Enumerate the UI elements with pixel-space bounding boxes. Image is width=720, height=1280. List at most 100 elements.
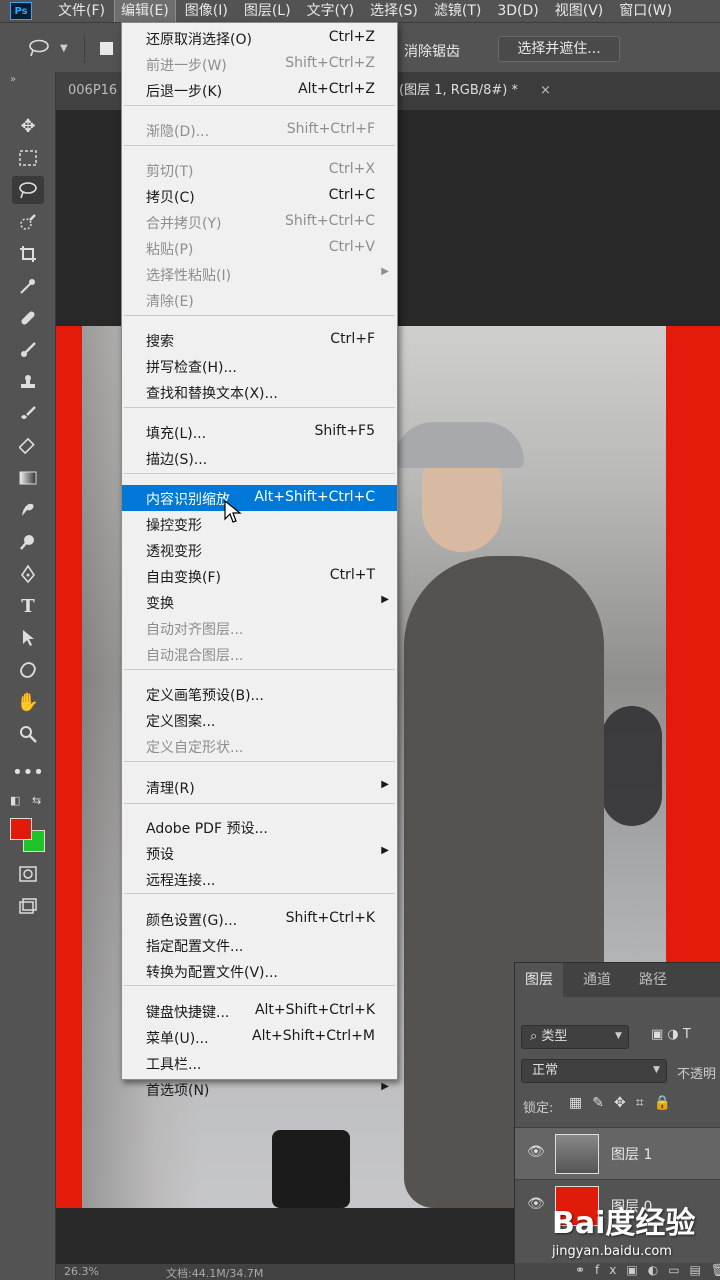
menu-window[interactable]: 窗口(W) xyxy=(613,0,678,22)
stamp-icon[interactable] xyxy=(12,368,44,396)
menu-item[interactable]: 远程连接... xyxy=(122,866,397,892)
chevron-down-icon[interactable]: ▼ xyxy=(615,1031,622,1041)
menu-layer[interactable]: 图层(L) xyxy=(238,0,297,22)
collapse-icon[interactable]: » xyxy=(10,74,16,85)
chevron-down-icon[interactable]: ▼ xyxy=(653,1065,660,1075)
marquee-icon[interactable] xyxy=(12,144,44,172)
menu-item[interactable]: 内容识别缩放 Alt+Shift+Ctrl+C xyxy=(122,485,397,511)
menu-item[interactable]: Adobe PDF 预设... xyxy=(122,814,397,840)
close-icon[interactable]: × xyxy=(540,72,551,110)
menu-filter[interactable]: 滤镜(T) xyxy=(428,0,487,22)
eye-icon[interactable]: 👁 xyxy=(527,1144,545,1160)
watermark-url: jingyan.baidu.com xyxy=(552,1244,672,1259)
menu-separator xyxy=(124,761,395,762)
menu-item[interactable]: 颜色设置(G)... Shift+Ctrl+K xyxy=(122,906,397,932)
layer-row[interactable]: 👁 图层 1 xyxy=(515,1127,720,1179)
path-select-icon[interactable] xyxy=(12,624,44,652)
tab-channels[interactable]: 通道 xyxy=(573,963,621,997)
lasso-preset-icon[interactable] xyxy=(28,39,50,62)
eye-icon[interactable]: 👁 xyxy=(527,1196,545,1212)
layer-filter-select[interactable]: ⌕ 类型 xyxy=(521,1025,629,1049)
crop-icon[interactable] xyxy=(12,240,44,268)
menu-type[interactable]: 文字(Y) xyxy=(301,0,360,22)
menu-item-label: 剪切(T) xyxy=(146,164,194,180)
menu-3d[interactable]: 3D(D) xyxy=(491,0,544,22)
menu-item[interactable]: 定义画笔预设(B)... xyxy=(122,681,397,707)
menu-item-shortcut: Shift+Ctrl+Z xyxy=(285,55,375,71)
menu-item[interactable]: 透视变形 xyxy=(122,537,397,563)
menu-item-label: 内容识别缩放 xyxy=(146,492,230,508)
lasso-icon[interactable] xyxy=(12,176,44,204)
menu-separator xyxy=(124,803,395,804)
more-icon[interactable]: ••• xyxy=(12,758,44,786)
brush-icon[interactable] xyxy=(12,336,44,364)
menu-item[interactable]: 定义图案... xyxy=(122,707,397,733)
screen-mode-icon[interactable] xyxy=(12,892,44,920)
menu-file[interactable]: 文件(F) xyxy=(52,0,111,22)
chevron-down-icon[interactable]: ▼ xyxy=(60,43,68,54)
tab-layers[interactable]: 图层 xyxy=(515,963,563,997)
swap-colors-icon[interactable]: ⇆ xyxy=(32,794,41,807)
menu-item[interactable]: 拷贝(C) Ctrl+C xyxy=(122,183,397,209)
menu-separator xyxy=(124,893,395,894)
menu-item[interactable]: 菜单(U)... Alt+Shift+Ctrl+M xyxy=(122,1024,397,1050)
tab-paths[interactable]: 路径 xyxy=(629,963,677,997)
menu-item-shortcut: Alt+Shift+Ctrl+K xyxy=(254,1002,375,1018)
move-icon[interactable]: ✥ xyxy=(12,112,44,140)
zoom-level[interactable]: 26.3% xyxy=(64,1265,99,1278)
history-brush-icon[interactable] xyxy=(12,400,44,428)
eyedropper-icon[interactable] xyxy=(12,272,44,300)
lock-icons[interactable]: ▦✎✥⌗🔒 xyxy=(569,1095,681,1111)
default-colors-icon[interactable]: ◧ xyxy=(10,794,20,807)
menu-item: 前进一步(W) Shift+Ctrl+Z xyxy=(122,51,397,77)
menu-item-label: 拼写检查(H)... xyxy=(146,360,237,376)
menu-select[interactable]: 选择(S) xyxy=(364,0,424,22)
quick-mask-icon[interactable] xyxy=(12,860,44,888)
menu-image[interactable]: 图像(I) xyxy=(179,0,234,22)
menu-item[interactable]: 工具栏... xyxy=(122,1050,397,1076)
type-icon[interactable]: T xyxy=(12,592,44,620)
select-and-mask-button[interactable]: 选择并遮住... xyxy=(498,36,620,62)
foreground-color-swatch[interactable] xyxy=(10,818,32,840)
gradient-icon[interactable] xyxy=(12,464,44,492)
tab-document-1[interactable]: 006P16 xyxy=(56,72,130,110)
zoom-icon[interactable] xyxy=(12,720,44,748)
menu-item[interactable]: 查找和替换文本(X)... xyxy=(122,379,397,405)
new-selection-icon[interactable] xyxy=(100,42,113,55)
menu-item[interactable]: 搜索 Ctrl+F xyxy=(122,327,397,353)
layer-name[interactable]: 图层 1 xyxy=(611,1144,652,1164)
menu-separator xyxy=(124,315,395,316)
menu-item[interactable]: 操控变形 xyxy=(122,511,397,537)
menu-item[interactable]: 还原取消选择(O) Ctrl+Z xyxy=(122,25,397,51)
antialias-checkbox-label[interactable]: 消除锯齿 xyxy=(404,41,460,61)
menu-separator xyxy=(124,407,395,408)
menu-view[interactable]: 视图(V) xyxy=(549,0,610,22)
menu-edit[interactable]: 编辑(E) xyxy=(113,0,176,23)
menu-item[interactable]: 转换为配置文件(V)... xyxy=(122,958,397,984)
blend-mode-select[interactable]: 正常 xyxy=(521,1059,667,1083)
menu-item[interactable]: 自由变换(F) Ctrl+T xyxy=(122,563,397,589)
menu-item[interactable]: 拼写检查(H)... xyxy=(122,353,397,379)
eraser-icon[interactable] xyxy=(12,432,44,460)
menu-item[interactable]: 后退一步(K) Alt+Ctrl+Z xyxy=(122,77,397,103)
smudge-icon[interactable] xyxy=(12,496,44,524)
healing-icon[interactable] xyxy=(12,304,44,332)
tab-document-active[interactable]: (图层 1, RGB/8#) * xyxy=(399,72,559,110)
dodge-icon[interactable] xyxy=(12,528,44,556)
menu-item[interactable]: 变换 ▶ xyxy=(122,589,397,615)
menu-item-shortcut: Ctrl+Z xyxy=(328,29,375,45)
shape-icon[interactable] xyxy=(12,656,44,684)
menu-item[interactable]: 清理(R) ▶ xyxy=(122,774,397,800)
hand-icon[interactable]: ✋ xyxy=(12,688,44,716)
menu-item[interactable]: 首选项(N) ▶ xyxy=(122,1076,397,1102)
menu-item[interactable]: 指定配置文件... xyxy=(122,932,397,958)
background-person xyxy=(602,706,662,826)
menu-item[interactable]: 填充(L)... Shift+F5 xyxy=(122,419,397,445)
pen-icon[interactable] xyxy=(12,560,44,588)
menu-item[interactable]: 键盘快捷键... Alt+Shift+Ctrl+K xyxy=(122,998,397,1024)
filter-icons[interactable]: ▣ ◑ T xyxy=(651,1027,691,1042)
quick-select-icon[interactable] xyxy=(12,208,44,236)
menu-item[interactable]: 预设 ▶ xyxy=(122,840,397,866)
menu-item[interactable]: 描边(S)... xyxy=(122,445,397,471)
menu-item-label: 粘贴(P) xyxy=(146,242,194,258)
